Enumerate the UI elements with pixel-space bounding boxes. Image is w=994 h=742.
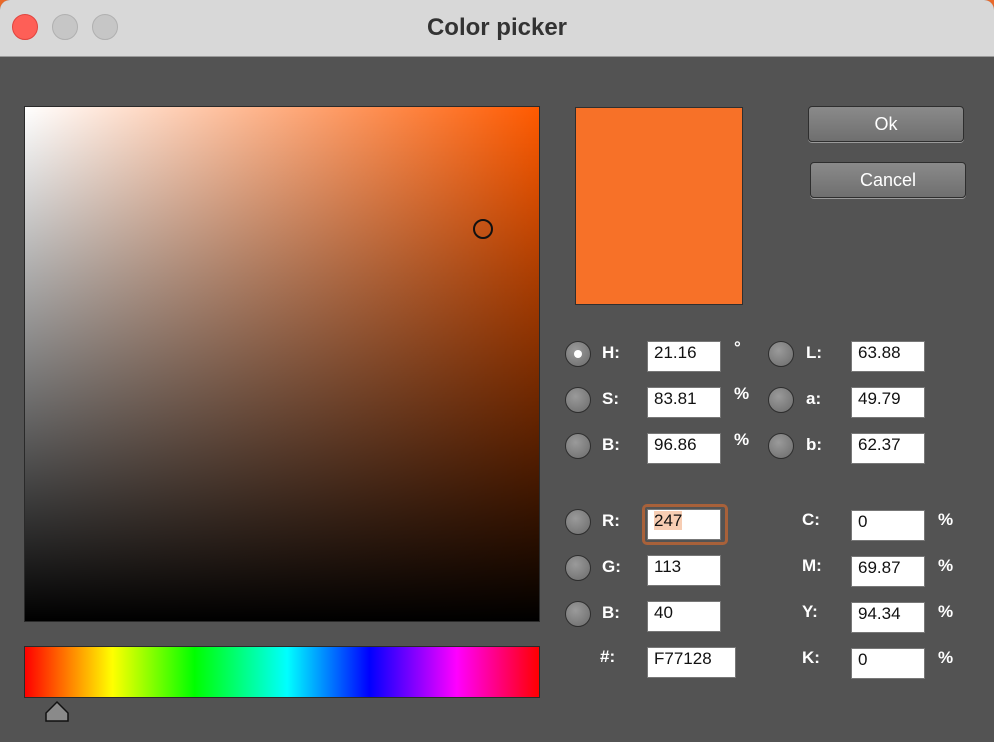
radio-red[interactable] <box>565 509 591 535</box>
hue-unit: ° <box>734 338 741 357</box>
green-input[interactable]: 113 <box>647 555 721 586</box>
window-title: Color picker <box>426 14 568 41</box>
magenta-label: M: <box>802 556 822 575</box>
radio-lab-a[interactable] <box>768 387 794 413</box>
magenta-input[interactable]: 69.87 <box>851 556 925 587</box>
radio-hue[interactable] <box>565 341 591 367</box>
radio-saturation[interactable] <box>565 387 591 413</box>
radio-lab-b[interactable] <box>768 433 794 459</box>
titlebar: Color picker <box>0 0 994 57</box>
red-input[interactable]: 247 <box>647 509 721 540</box>
hex-label: #: <box>600 647 616 666</box>
magenta-unit: % <box>938 556 954 575</box>
brightness-unit: % <box>734 430 750 449</box>
cyan-input[interactable]: 0 <box>851 510 925 541</box>
yellow-label: Y: <box>802 602 818 621</box>
yellow-input[interactable]: 94.34 <box>851 602 925 633</box>
green-label: G: <box>602 557 621 576</box>
lab-b-label: b: <box>806 435 823 454</box>
saturation-input[interactable]: 83.81 <box>647 387 721 418</box>
radio-green[interactable] <box>565 555 591 581</box>
hue-label: H: <box>602 343 620 362</box>
cancel-button[interactable]: Cancel <box>810 162 966 198</box>
radio-lightness[interactable] <box>768 341 794 367</box>
cyan-label: C: <box>802 510 820 529</box>
color-preview-swatch <box>575 107 743 305</box>
red-input-selection: 247 <box>654 511 683 530</box>
saturation-label: S: <box>602 389 619 408</box>
color-picker-window: Color picker Ok Cancel H: 21.16 ° S: 83.… <box>0 0 994 742</box>
hue-input[interactable]: 21.16 <box>647 341 721 372</box>
key-unit: % <box>938 648 954 667</box>
lab-b-input[interactable]: 62.37 <box>851 433 925 464</box>
lightness-label: L: <box>806 343 823 362</box>
lab-a-label: a: <box>806 389 822 408</box>
key-label: K: <box>802 648 820 667</box>
radio-blue[interactable] <box>565 601 591 627</box>
brightness-input[interactable]: 96.86 <box>647 433 721 464</box>
cyan-unit: % <box>938 510 954 529</box>
radio-selected-dot <box>574 350 582 358</box>
saturation-brightness-field[interactable] <box>24 106 540 622</box>
triangle-slider-icon[interactable] <box>44 700 70 724</box>
blue-input[interactable]: 40 <box>647 601 721 632</box>
hex-input[interactable]: F77128 <box>647 647 736 678</box>
key-input[interactable]: 0 <box>851 648 925 679</box>
yellow-unit: % <box>938 602 954 621</box>
saturation-unit: % <box>734 384 750 403</box>
lab-a-input[interactable]: 49.79 <box>851 387 925 418</box>
lightness-input[interactable]: 63.88 <box>851 341 925 372</box>
color-cursor[interactable] <box>473 219 493 239</box>
red-label: R: <box>602 511 620 530</box>
blue-label: B: <box>602 603 620 622</box>
ok-button[interactable]: Ok <box>808 106 964 142</box>
hue-bar[interactable] <box>24 646 540 698</box>
radio-brightness[interactable] <box>565 433 591 459</box>
brightness-label: B: <box>602 435 620 454</box>
